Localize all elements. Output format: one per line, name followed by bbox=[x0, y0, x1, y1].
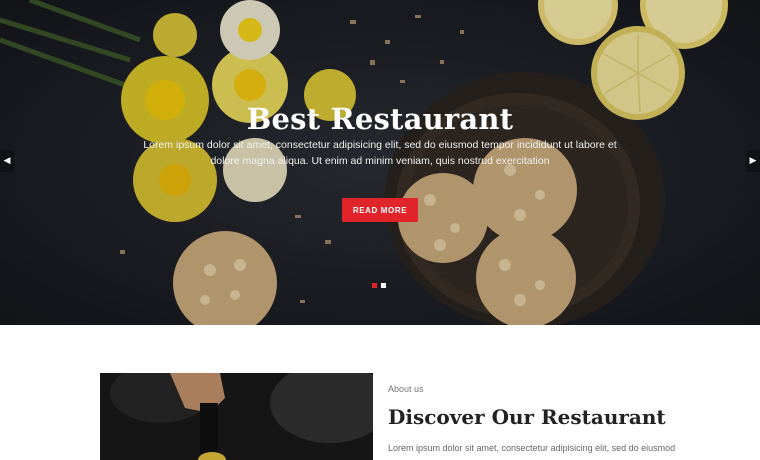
read-more-button[interactable]: READ MORE bbox=[342, 198, 418, 222]
slider-next-button[interactable]: ▶ bbox=[746, 150, 760, 172]
chevron-left-icon: ◀ bbox=[3, 156, 11, 166]
section-title: Discover Our Restaurant bbox=[388, 405, 666, 429]
section-description: Lorem ipsum dolor sit amet, consectetur … bbox=[388, 443, 676, 453]
slider-dot-1[interactable] bbox=[372, 283, 377, 288]
section-eyebrow: About us bbox=[388, 384, 424, 394]
hero-description: Lorem ipsum dolor sit amet, consectetur … bbox=[143, 139, 617, 167]
slider-prev-button[interactable]: ◀ bbox=[0, 150, 14, 172]
chevron-right-icon: ▶ bbox=[749, 156, 757, 166]
slider-dot-2[interactable] bbox=[381, 283, 386, 288]
hero-title: Best Restaurant bbox=[246, 102, 514, 136]
chef-cooking-image bbox=[100, 373, 373, 460]
slider-pagination bbox=[372, 283, 386, 288]
about-image bbox=[100, 373, 373, 460]
hero-slider: Best Restaurant Lorem ipsum dolor sit am… bbox=[0, 0, 760, 325]
